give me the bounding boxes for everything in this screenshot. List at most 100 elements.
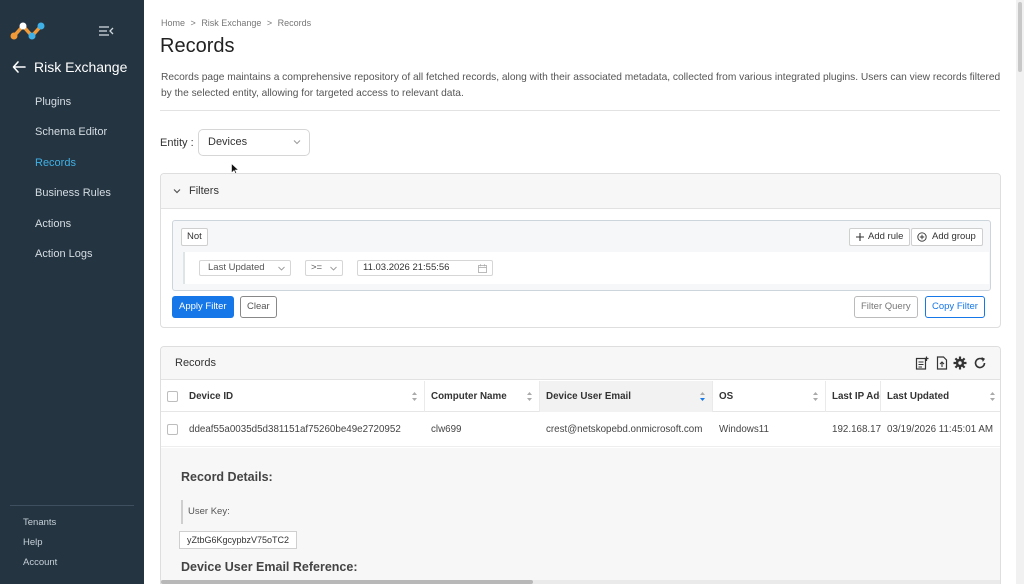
entity-select-value: Devices [208,136,248,148]
filters-panel: Filters Not Add rule Add group Last Upda… [160,173,1001,328]
filters-header[interactable]: Filters [161,174,1000,209]
horizontal-scrollbar-thumb[interactable] [161,580,533,584]
export-file-icon[interactable] [935,356,949,370]
rule-field-select[interactable]: Last Updated [199,260,291,276]
rule-field-value: Last Updated [208,262,265,273]
sidebar-item-plugins[interactable]: Plugins [0,90,144,120]
select-all-checkbox[interactable] [167,391,178,402]
sort-icon [813,392,818,401]
records-header: Records [161,347,1000,380]
column-label: Device ID [189,391,234,402]
cell-device-id: ddeaf55a0035d5d381151af75260be49e2720952 [189,424,401,435]
sidebar-nav: Plugins Schema Editor Records Business R… [0,90,144,272]
column-device-user-email[interactable]: Device User Email [540,381,713,412]
breadcrumb-records: Records [277,18,312,28]
sort-descending-icon [700,392,705,401]
record-details: Record Details: User Key: yZtbG6KgcypbzV… [161,448,1000,584]
main-content: Home > Risk Exchange > Records Records R… [160,0,1002,584]
column-last-updated[interactable]: Last Updated [881,381,1000,412]
user-key-value: yZtbG6KgcypbzV75oTC2 [179,531,298,549]
chevron-down-icon [278,266,285,271]
gear-icon[interactable] [953,356,967,370]
app-title: Risk Exchange [34,59,128,75]
page-description: Records page maintains a comprehensive r… [161,72,1001,99]
user-key-value-wrapper: yZtbG6KgcypbzV75oTC2 [179,527,298,549]
divider [160,110,1000,111]
sidebar-item-business-rules[interactable]: Business Rules [0,181,144,211]
rule-operator-select[interactable]: >= [305,260,343,276]
query-builder: Not Add rule Add group Last Updated >= 1… [172,220,991,291]
export-list-icon[interactable] [915,356,929,370]
chevron-down-icon [293,140,301,145]
apply-filter-button[interactable]: Apply Filter [172,296,234,318]
breadcrumb-separator: > [266,18,273,28]
refresh-icon[interactable] [973,356,987,370]
column-last-ip-address[interactable]: Last IP Address [826,381,881,412]
back-arrow-icon [12,61,26,73]
entity-label: Entity : [160,137,194,149]
rule-datetime-value: 11.03.2026 21:55:56 [363,262,450,273]
add-rule-label: Add rule [868,231,904,242]
rule-operator-value: >= [311,262,323,273]
chevron-down-icon [330,266,337,271]
add-group-label: Add group [932,231,976,242]
rule-datetime-input[interactable]: 11.03.2026 21:55:56 [357,260,493,276]
device-user-email-reference-heading: Device User Email Reference: [181,560,358,574]
plus-icon [856,233,864,241]
breadcrumb-risk-exchange[interactable]: Risk Exchange [201,18,261,28]
sort-icon [527,392,532,401]
sidebar-bottom-nav: Tenants Help Account [23,515,57,575]
clear-filter-button[interactable]: Clear [240,296,277,318]
cell-computer-name: clw699 [431,424,462,435]
sort-icon [990,392,995,401]
user-key-label: User Key: [188,506,230,517]
sidebar-divider [10,505,134,506]
breadcrumb-home[interactable]: Home [161,18,185,28]
filter-query-button[interactable]: Filter Query [854,296,918,318]
sort-icon [412,392,417,401]
filter-rule-row: Last Updated >= 11.03.2026 21:55:56 [183,252,989,284]
row-checkbox[interactable] [167,424,178,435]
copy-filter-button[interactable]: Copy Filter [925,296,985,318]
column-label: Last IP Address [832,391,880,402]
page-title: Records [160,35,235,57]
cell-last-updated: 03/19/2026 11:45:01 AM [887,424,994,435]
records-panel: Records Device ID Computer Name Device U… [160,346,1001,584]
table-row[interactable]: ddeaf55a0035d5d381151af75260be49e2720952… [161,413,1000,447]
cell-os: Windows11 [719,424,769,435]
column-label: Device User Email [546,391,631,402]
column-label: Last Updated [887,391,950,402]
breadcrumb: Home > Risk Exchange > Records [161,18,314,28]
table-header: Device ID Computer Name Device User Emai… [161,381,1000,412]
add-rule-button[interactable]: Add rule [849,228,911,246]
column-label: OS [719,391,734,402]
column-os[interactable]: OS [713,381,826,412]
column-computer-name[interactable]: Computer Name [425,381,540,412]
filters-title: Filters [189,185,219,197]
sidebar-item-records[interactable]: Records [0,151,144,181]
entity-select[interactable]: Devices [198,129,310,156]
sidebar-item-actions[interactable]: Actions [0,212,144,242]
sidebar-item-action-logs[interactable]: Action Logs [0,242,144,272]
user-key-block: User Key: [181,500,299,524]
cell-last-ip-address: 192.168.17. [832,424,881,435]
logo-icon[interactable] [10,20,46,42]
add-group-button[interactable]: Add group [911,228,983,246]
collapse-menu-icon[interactable] [98,25,114,37]
horizontal-scrollbar[interactable] [161,580,1000,584]
vertical-scrollbar[interactable] [1016,0,1024,584]
sidebar-item-tenants[interactable]: Tenants [23,515,57,535]
column-label: Computer Name [431,391,507,402]
calendar-icon[interactable] [478,264,487,273]
vertical-scrollbar-thumb[interactable] [1018,2,1022,72]
sidebar-item-help[interactable]: Help [23,535,57,555]
record-details-heading: Record Details: [181,470,273,484]
sidebar-item-account[interactable]: Account [23,555,57,575]
sidebar-item-schema-editor[interactable]: Schema Editor [0,120,144,150]
sidebar: Risk Exchange Plugins Schema Editor Reco… [0,0,144,584]
chevron-down-icon [173,189,181,194]
column-device-id[interactable]: Device ID [183,381,425,412]
plus-circle-icon [917,232,927,242]
back-to-risk-exchange[interactable]: Risk Exchange [12,59,127,75]
not-toggle-button[interactable]: Not [181,228,208,246]
